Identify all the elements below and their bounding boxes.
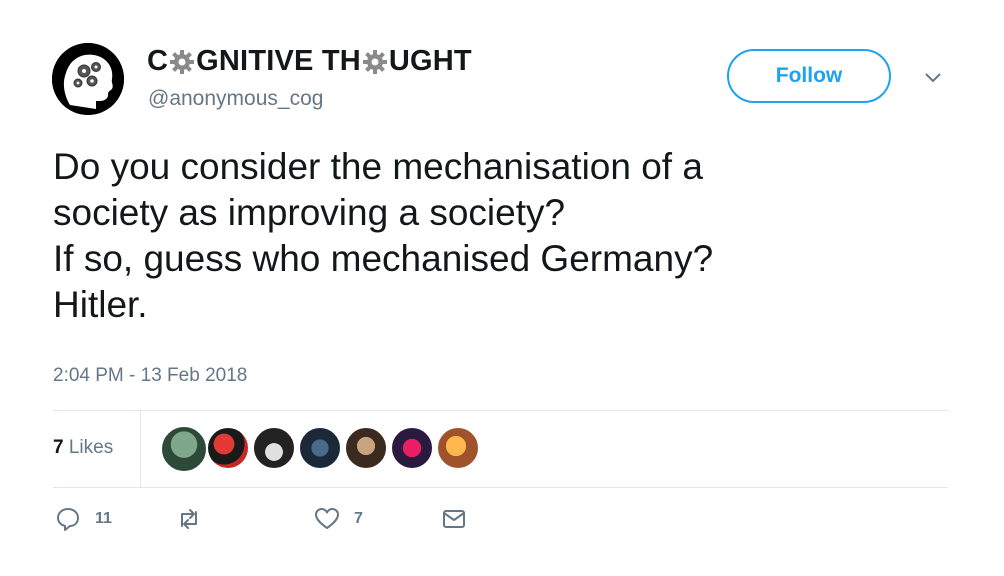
liker-avatar[interactable] <box>206 426 250 470</box>
tweet-text-line: Hitler. <box>53 284 148 325</box>
liker-avatar[interactable] <box>390 426 434 470</box>
liker-avatar[interactable] <box>298 426 342 470</box>
tweet-card: C GNITIVE TH UGHT @anonymous_cog Follow … <box>0 0 1004 576</box>
display-name-part3: UGHT <box>388 45 472 77</box>
liker-avatar[interactable] <box>160 425 208 473</box>
tweet-text-line: If so, guess who mechanised Germany? <box>53 238 714 279</box>
likes-count-number: 7 <box>53 437 64 458</box>
reply-count: 11 <box>95 510 112 527</box>
liker-avatar[interactable] <box>252 426 296 470</box>
profile-avatar[interactable] <box>52 43 124 115</box>
likes-count-label: Likes <box>68 437 114 458</box>
divider <box>53 410 948 411</box>
user-handle[interactable]: @anonymous_cog <box>148 87 323 111</box>
reply-button[interactable]: 11 <box>55 506 112 532</box>
gear-icon <box>362 49 388 75</box>
likes-count[interactable]: 7 Likes <box>53 437 113 459</box>
display-name[interactable]: C GNITIVE TH UGHT <box>147 45 472 78</box>
liker-avatar[interactable] <box>436 426 480 470</box>
heart-icon <box>315 508 339 529</box>
display-name-part2: GNITIVE TH <box>196 45 361 77</box>
follow-button[interactable]: Follow <box>727 49 891 103</box>
divider <box>53 487 948 488</box>
chevron-down-icon[interactable] <box>924 70 942 84</box>
like-button[interactable]: 7 <box>314 506 363 532</box>
retweet-icon <box>181 509 197 529</box>
reply-icon <box>57 508 79 531</box>
retweet-button[interactable] <box>176 506 216 532</box>
like-count: 7 <box>354 510 363 527</box>
tweet-timestamp[interactable]: 2:04 PM - 13 Feb 2018 <box>53 365 247 387</box>
direct-message-button[interactable] <box>441 506 467 532</box>
tweet-text: Do you consider the mechanisation of a s… <box>53 144 953 328</box>
envelope-icon <box>443 510 465 528</box>
liker-avatar[interactable] <box>344 426 388 470</box>
gear-icon <box>169 49 195 75</box>
divider <box>140 411 141 487</box>
display-name-part1: C <box>147 45 169 77</box>
tweet-text-line: society as improving a society? <box>53 192 566 233</box>
tweet-text-line: Do you consider the mechanisation of a <box>53 146 703 187</box>
